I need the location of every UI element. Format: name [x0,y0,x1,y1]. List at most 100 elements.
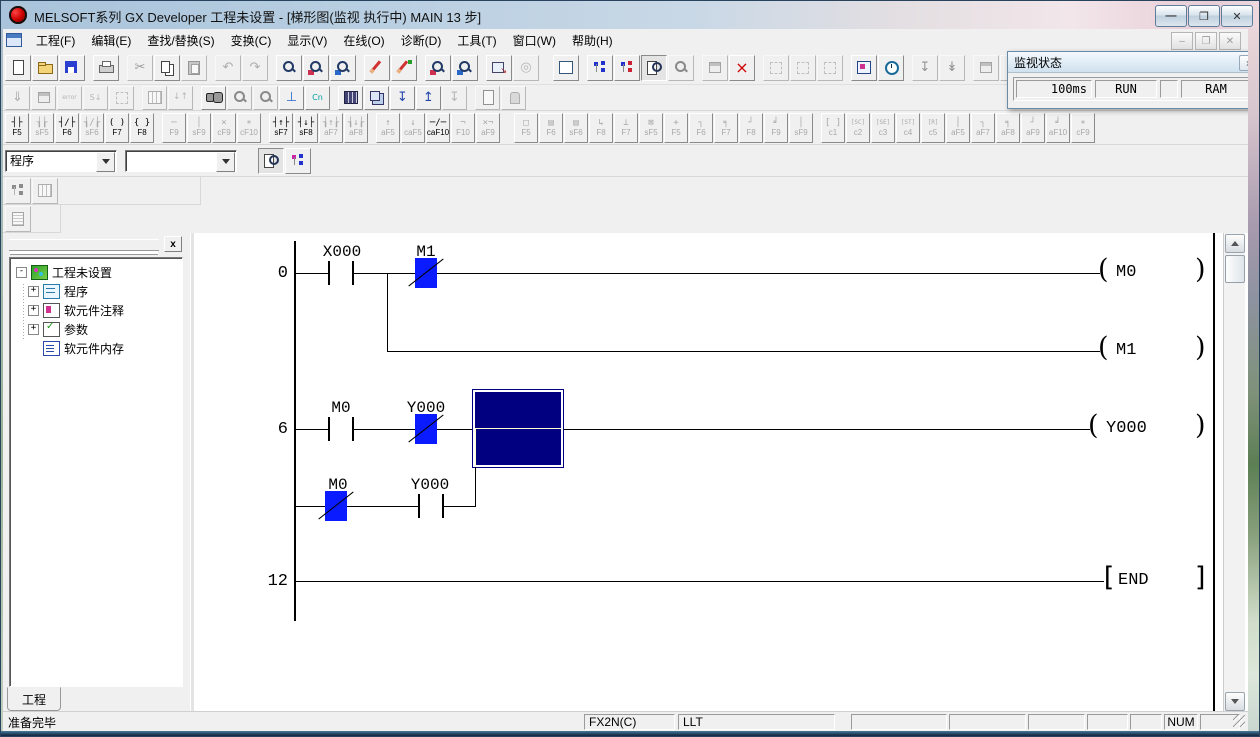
entry-data-monitor-button[interactable] [878,55,904,81]
scroll-down-icon[interactable] [1225,692,1245,711]
comment-display-button[interactable] [338,86,363,110]
status-empty-1 [851,714,947,730]
ladder-symbol-icon: ─∕─ [430,118,446,128]
step-number-0: 0 [246,264,288,283]
device-batch-monitor-button[interactable] [851,55,877,81]
project-data-list-button[interactable] [285,148,311,174]
ladder-symbol-key-label: sF9 [192,128,205,137]
menu-item-3[interactable]: 变换(C) [223,31,280,51]
menu-item-9[interactable]: 帮助(H) [564,31,621,51]
open-button[interactable] [32,55,58,81]
mdi-restore-button[interactable]: ❐ [1195,32,1217,50]
expand-icon[interactable]: + [28,305,39,316]
tree-item-comm[interactable]: +软元件注释 [14,301,182,320]
menu-item-6[interactable]: 诊断(D) [393,31,450,51]
replace-device-button[interactable] [425,55,451,81]
find-device-button[interactable] [276,55,302,81]
data-name-combobox[interactable] [125,150,237,172]
edit-cursor-block[interactable] [473,390,563,467]
coil-label-m0[interactable]: M0 [1116,263,1136,282]
replace-string-icon [457,60,473,75]
scroll-up-icon[interactable] [1225,234,1245,253]
menu-item-2[interactable]: 查找/替换(S) [139,31,222,51]
ladder-symbol-F8-button[interactable]: { }F8 [130,113,154,143]
expand-icon[interactable]: + [28,286,39,297]
menu-bar: 工程(F)编辑(E)查找/替换(S)变换(C)显示(V)在线(O)诊断(D)工具… [1,29,1248,52]
ladder-symbol-key-label: aF9 [481,128,495,137]
scrollbar-thumb[interactable] [1225,255,1245,283]
open-contact-x000[interactable] [328,261,354,285]
menu-item-0[interactable]: 工程(F) [28,31,83,51]
menu-item-7[interactable]: 工具(T) [449,31,504,51]
mdi-close-button[interactable]: ✕ [1219,32,1241,50]
stop-monitor-button[interactable]: × [729,55,755,81]
open-contact-m0[interactable] [328,417,354,441]
combo-dropdown-icon[interactable] [96,152,115,172]
ladder-symbol-F5-button[interactable]: ┤├F5 [5,113,29,143]
grid-icon [147,90,163,105]
open-contact-y000[interactable] [418,494,444,518]
new-button[interactable] [5,55,31,81]
ladder-editor[interactable]: 0 X000 M1 ( M0 ) ( M1 ) 6 M0 Y000 ( Y000… [194,233,1248,711]
jump-down-button[interactable]: ↧ [390,86,415,110]
tree-item-param[interactable]: +参数 [14,320,182,339]
tree-item-project-root[interactable]: -工程未设置 [14,263,182,282]
ladder-symbol-F7-button[interactable]: ( )F7 [105,113,129,143]
collapse-icon[interactable]: - [16,267,27,278]
split-button [109,86,134,110]
transfer-setup-button[interactable] [486,55,512,81]
tree-item-mem[interactable]: 软元件内存 [14,339,182,358]
menu-item-1[interactable]: 编辑(E) [83,31,139,51]
find-string-button[interactable] [330,55,356,81]
panel-drag-handle[interactable] [9,239,159,251]
coil-label-y000[interactable]: Y000 [1106,419,1147,438]
copy-button[interactable] [154,55,180,81]
program-type-combobox[interactable]: 程序 [5,150,117,172]
jump-up-button[interactable]: ↥ [416,86,441,110]
ladder-symbol-icon: ╕ [723,118,728,128]
note-rotate-button[interactable]: Cn [305,86,330,110]
menu-item-5[interactable]: 在线(O) [335,31,392,51]
print-button[interactable] [93,55,119,81]
closed-contact-m1-energized[interactable] [415,258,437,288]
combo-dropdown-icon[interactable] [216,152,235,172]
coil-label-m1[interactable]: M1 [1116,341,1136,360]
device-comment-button[interactable] [364,55,390,81]
resize-grip[interactable] [1233,715,1245,727]
comment-tree-button[interactable] [614,55,640,81]
find-binocular-button[interactable] [201,86,226,110]
monitor-mode-button[interactable] [641,55,667,81]
close-button[interactable]: ✕ [1221,5,1253,27]
closed-contact-y000-energized[interactable] [415,414,437,444]
menu-item-8[interactable]: 窗口(W) [505,31,564,51]
ladder-vertical-scrollbar[interactable] [1223,233,1245,711]
panel-close-button[interactable]: x [164,236,182,252]
closed-contact-m0-energized[interactable] [325,491,347,521]
mdi-child-icon[interactable] [6,33,22,47]
statement-display-button[interactable] [364,86,389,110]
ladder-symbol-sF8-button[interactable]: ┤↓├sF8 [294,113,318,143]
replace-string-button[interactable] [452,55,478,81]
ladder-symbol-caF10-button[interactable]: ─∕─caF10 [426,113,450,143]
monitor-status-titlebar[interactable]: 监视状态 x [1008,52,1260,73]
minimize-button[interactable]: — [1155,5,1187,27]
window-1-button [973,55,999,81]
find-instruction-button[interactable] [303,55,329,81]
end-instruction-label[interactable]: END [1118,571,1149,590]
ladder-symbol-icon: ┧┟ [37,118,48,128]
mdi-minimize-button[interactable]: – [1171,32,1193,50]
restore-button[interactable]: ❐ [1188,5,1220,27]
save-button[interactable] [59,55,85,81]
tree-item-prog[interactable]: +程序 [14,282,182,301]
ladder-logic-test-button[interactable] [553,55,579,81]
parameter-tree-button[interactable] [587,55,613,81]
line-statement-button[interactable]: ⊥ [279,86,304,110]
ladder-symbol-sF7-button[interactable]: ┤↑├sF7 [269,113,293,143]
monitor-status-window[interactable]: 监视状态 x 100ms RUN RAM [1007,51,1260,109]
statement-button[interactable] [391,55,417,81]
ladder-monitor-toggle-button[interactable] [258,148,284,174]
ladder-symbol-F6-button[interactable]: ┤/├F6 [55,113,79,143]
project-tab[interactable]: 工程 [7,687,61,711]
menu-item-4[interactable]: 显示(V) [279,31,335,51]
expand-icon[interactable]: + [28,324,39,335]
